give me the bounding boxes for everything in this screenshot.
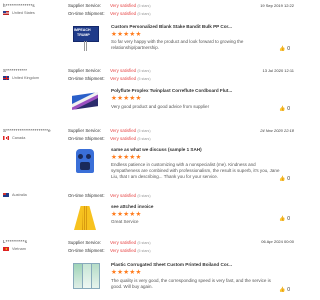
helpful-button[interactable]: 👍 0 [279,216,290,222]
shipment-label: On-time Shipment: [68,193,105,198]
thumb-text: IMPEACH [74,28,91,32]
service-label: Supplier Service: [68,240,102,245]
thumbs-up-icon: 👍 [278,216,286,222]
product-thumbnail[interactable] [70,203,100,233]
service-label: Supplier Service: [68,128,102,133]
star-rating: ★★★★★ [111,31,142,38]
service-rating: Very satisfied (5 stars) [110,240,151,245]
service-label: Supplier Service: [68,3,102,8]
thumbs-up-icon: 👍 [278,176,286,182]
shipment-rating: Very satisfied (5 stars) [110,76,151,81]
shipment-rating: Very satisfied (5 stars) [110,11,151,16]
shipment-rating: Very satisfied (5 stars) [110,193,151,198]
service-rating: Very satisfied (5 stars) [110,128,151,133]
review-text: Endless patience in customizing with a n… [111,162,280,179]
reviewer-name: S**********************e [3,128,51,133]
reviewer-country: Australia [3,193,27,197]
product-title[interactable]: see attched invoice [111,204,153,209]
thumbs-up-icon: 👍 [278,287,286,293]
shipment-label: On-time Shipment: [68,76,105,81]
product-thumbnail[interactable] [70,146,100,176]
review-text: The quality is very good, the correspond… [111,278,271,289]
reviewer-country: United Kingdom [3,76,39,80]
shipment-label: On-time Shipment: [68,11,105,16]
product-thumbnail[interactable] [70,86,100,116]
thumbs-up-icon: 👍 [278,106,286,112]
thumbs-up-icon: 👍 [278,46,286,52]
thumb-text: TRUMP [77,33,90,37]
helpful-button[interactable]: 👍 0 [279,46,290,52]
shipment-rating: Very satisfied (5 stars) [110,248,151,253]
product-title[interactable]: Polyflute Proplex Twinplast Correflute C… [111,88,232,93]
review-text: Very good product and good advice from s… [111,104,210,109]
review-date: 24 Nov 2020 22:18 [260,128,294,133]
reviewer-name: S*********** [3,68,28,73]
service-label: Supplier Service: [68,68,102,73]
us-flag-icon [3,11,9,15]
product-title[interactable]: Custom Personalized Blank Stake Bandit B… [111,24,232,29]
product-title[interactable]: Plastic Corrugated Sheet Custom Printed … [111,262,232,267]
review-text: Great Service [111,219,139,224]
service-rating: Very satisfied (5 stars) [110,68,151,73]
helpful-button[interactable]: 👍 0 [279,287,290,293]
shipment-rating: Very satisfied (5 stars) [110,136,151,141]
star-rating: ★★★★★ [111,211,142,218]
helpful-button[interactable]: 👍 0 [279,106,290,112]
star-rating: ★★★★★ [111,95,142,102]
australia-flag-icon [3,193,9,197]
product-title[interactable]: same as what we discuss (sample 1 SAH) [111,147,202,152]
service-rating: Very satisfied (5 stars) [110,3,151,8]
star-rating: ★★★★★ [111,269,142,276]
reviewer-country: ★ Vietnam [3,247,26,251]
reviewer-name: L**********s [3,239,28,244]
product-thumbnail[interactable] [70,259,100,289]
review-date: 13 Jul 2020 12:11 [262,68,294,73]
uk-flag-icon [3,76,9,80]
review-text: So far very happy with the product and l… [111,39,244,50]
product-thumbnail[interactable]: IMPEACH TRUMP [70,22,100,52]
reviewer-country: Canada [3,136,25,140]
review-date: 19 Sep 2019 12:22 [260,3,294,8]
vietnam-flag-icon: ★ [3,247,9,251]
reviewer-country: United States [3,11,35,15]
review-date: 06 Apr 2024 00:00 [261,239,294,244]
shipment-label: On-time Shipment: [68,248,105,253]
helpful-button[interactable]: 👍 0 [279,176,290,182]
canada-flag-icon [3,136,9,140]
reviewer-name: h**************s [3,3,35,8]
shipment-label: On-time Shipment: [68,136,105,141]
star-rating: ★★★★★ [111,154,142,161]
